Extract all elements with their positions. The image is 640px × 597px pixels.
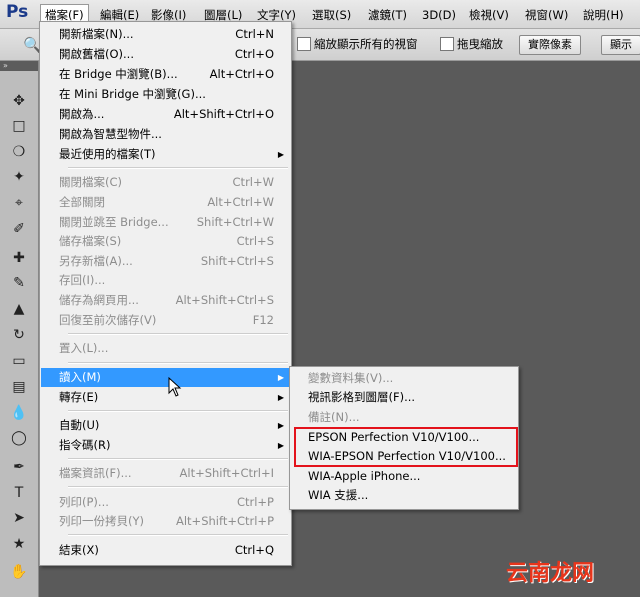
menu-open-smart-object[interactable]: 開啟為智慧型物件... <box>41 125 290 144</box>
path-select-icon[interactable]: ➤ <box>8 508 30 528</box>
menu-window[interactable]: 視窗(W) <box>521 6 572 24</box>
menu-separator <box>68 534 288 536</box>
actual-pixels-button[interactable]: 實際像素 <box>519 35 581 55</box>
import-notes[interactable]: 備註(N)... <box>308 408 360 427</box>
shape-tool-icon[interactable]: ★ <box>8 534 30 554</box>
menu-view[interactable]: 檢視(V) <box>465 6 513 24</box>
menu-close-all[interactable]: 全部關閉 Alt+Ctrl+W <box>41 193 290 212</box>
menu-import[interactable]: 讀入(M) ▶ <box>41 368 290 387</box>
history-brush-icon[interactable]: ↻ <box>8 325 30 345</box>
menu-save-for-web[interactable]: 儲存為網頁用... Alt+Shift+Ctrl+S <box>41 291 290 310</box>
menu-revert[interactable]: 回復至前次儲存(V) F12 <box>41 311 290 330</box>
scrubby-zoom-checkbox[interactable] <box>440 37 454 51</box>
dodge-tool-icon[interactable]: ◯ <box>8 428 30 448</box>
menu-separator <box>68 167 288 169</box>
move-tool-icon[interactable]: ✥ <box>8 91 30 111</box>
submenu-arrow-icon: ▶ <box>277 421 284 430</box>
lasso-tool-icon[interactable]: ❍ <box>8 142 30 162</box>
menu-check-in[interactable]: 存回(I)... <box>41 271 290 290</box>
menu-print[interactable]: 列印(P)... Ctrl+P <box>41 493 290 512</box>
menu-save[interactable]: 儲存檔案(S) Ctrl+S <box>41 232 290 251</box>
menu-3d[interactable]: 3D(D) <box>418 6 460 24</box>
pen-tool-icon[interactable]: ✒ <box>8 457 30 477</box>
stamp-tool-icon[interactable]: ▲ <box>8 299 30 319</box>
scrubby-zoom-label: 拖曳縮放 <box>457 37 503 51</box>
menu-recent-files[interactable]: 最近使用的檔案(T) ▶ <box>41 145 290 164</box>
eyedropper-icon[interactable]: ✐ <box>8 219 30 239</box>
submenu-arrow-icon: ▶ <box>277 393 284 402</box>
menu-file-info[interactable]: 檔案資訊(F)... Alt+Shift+Ctrl+I <box>41 464 290 483</box>
healing-brush-icon[interactable]: ✚ <box>8 248 30 268</box>
menu-help[interactable]: 說明(H) <box>579 6 628 24</box>
menu-separator <box>68 362 288 364</box>
menu-separator <box>68 486 288 488</box>
menu-exit[interactable]: 結束(X) Ctrl+Q <box>41 541 290 560</box>
menu-browse-mini-bridge[interactable]: 在 Mini Bridge 中瀏覽(G)... <box>41 85 290 104</box>
menu-save-as[interactable]: 另存新檔(A)... Shift+Ctrl+S <box>41 252 290 271</box>
menu-select[interactable]: 選取(S) <box>308 6 355 24</box>
resize-windows-checkbox[interactable] <box>297 37 311 51</box>
watermark: 云南龙网 <box>506 561 595 586</box>
blur-tool-icon[interactable]: 💧 <box>8 403 30 423</box>
hand-tool-icon[interactable]: ✋ <box>8 562 30 582</box>
menu-print-one-copy[interactable]: 列印一份拷貝(Y) Alt+Shift+Ctrl+P <box>41 512 290 531</box>
import-video-frames[interactable]: 視訊影格到圖層(F)... <box>308 388 415 407</box>
eraser-icon[interactable]: ▭ <box>8 351 30 371</box>
mouse-cursor-icon <box>168 377 182 397</box>
menu-close[interactable]: 關閉檔案(C) Ctrl+W <box>41 173 290 192</box>
toolbox-collapse[interactable]: » <box>0 61 38 71</box>
menu-separator <box>68 410 288 412</box>
submenu-arrow-icon: ▶ <box>277 150 284 159</box>
menu-open-as[interactable]: 開啟為... Alt+Shift+Ctrl+O <box>41 105 290 124</box>
file-menu: 開新檔案(N)... Ctrl+N 開啟舊檔(O)... Ctrl+O 在 Brid… <box>39 21 292 566</box>
menu-place[interactable]: 置入(L)... <box>41 339 290 358</box>
marquee-tool-icon[interactable]: □ <box>8 116 30 136</box>
menu-open[interactable]: 開啟舊檔(O)... Ctrl+O <box>41 45 290 64</box>
menu-filter[interactable]: 濾鏡(T) <box>364 6 411 24</box>
menu-browse-bridge[interactable]: 在 Bridge 中瀏覽(B)... Alt+Ctrl+O <box>41 65 290 84</box>
fit-screen-button[interactable]: 顯示 <box>601 35 640 55</box>
import-variable-data-sets[interactable]: 變數資料集(V)... <box>308 369 393 388</box>
menu-close-go-bridge[interactable]: 關閉並跳至 Bridge... Shift+Ctrl+W <box>41 213 290 232</box>
crop-tool-icon[interactable]: ⌖ <box>8 193 30 213</box>
photoshop-logo: Ps <box>6 2 29 22</box>
menu-automate[interactable]: 自動(U) ▶ <box>41 416 290 435</box>
magic-wand-icon[interactable]: ✦ <box>8 167 30 187</box>
type-tool-icon[interactable]: T <box>8 483 30 503</box>
submenu-arrow-icon: ▶ <box>277 441 284 450</box>
gradient-tool-icon[interactable]: ▤ <box>8 377 30 397</box>
menu-separator <box>68 458 288 460</box>
menu-separator <box>68 333 288 335</box>
submenu-arrow-icon: ▶ <box>277 373 284 382</box>
highlight-box <box>294 427 518 467</box>
resize-windows-label: 縮放顯示所有的視窗 <box>314 37 418 51</box>
brush-tool-icon[interactable]: ✎ <box>8 273 30 293</box>
import-wia-apple-iphone[interactable]: WIA-Apple iPhone... <box>308 467 420 486</box>
menu-scripts[interactable]: 指令碼(R) ▶ <box>41 436 290 455</box>
import-wia-support[interactable]: WIA 支援... <box>308 486 368 505</box>
menu-new[interactable]: 開新檔案(N)... Ctrl+N <box>41 25 290 44</box>
menu-export[interactable]: 轉存(E) ▶ <box>41 388 290 407</box>
